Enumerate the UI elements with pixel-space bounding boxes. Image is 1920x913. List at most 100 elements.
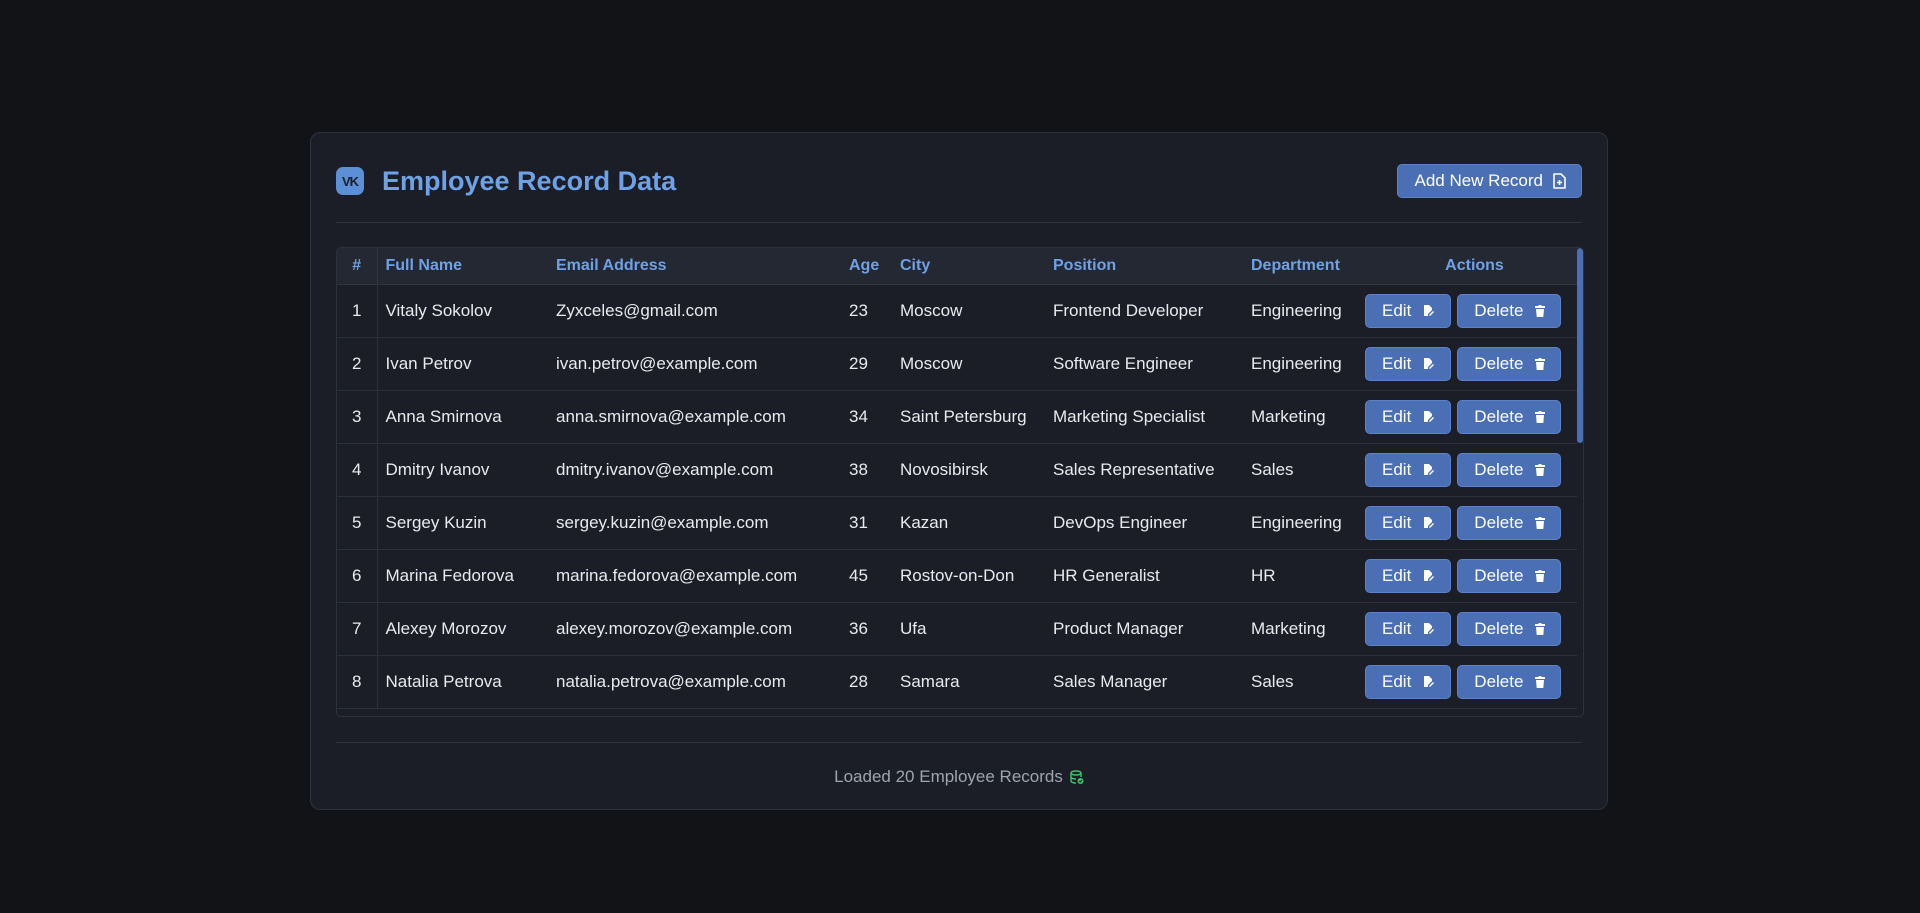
table-row: 5 Sergey Kuzin sergey.kuzin@example.com 31 K… [337,496,1579,550]
delete-button[interactable]: Delete [1457,293,1562,328]
cell-age: 29 [841,337,892,391]
table-row: 6 Marina Fedorova marina.fedorova@example.… [337,549,1579,603]
cell-email: marina.fedorova@example.com [548,549,841,603]
trash-icon [1535,357,1546,370]
cell-age: 36 [841,602,892,656]
edit-button[interactable]: Edit [1365,452,1452,487]
cell-actions: Edit Delete [1362,549,1579,603]
cell-position: Software Engineer [1045,337,1243,391]
header-divider [336,222,1582,223]
cell-position: Frontend Developer [1045,284,1243,338]
delete-button[interactable]: Delete [1457,611,1562,646]
edit-icon [1423,304,1435,317]
edit-label: Edit [1382,618,1412,638]
vk-logo-icon: VK [336,167,364,195]
cell-full-name: Ivan Petrov [377,337,548,391]
cell-number: 8 [337,655,378,709]
delete-label: Delete [1474,459,1524,479]
delete-button[interactable]: Delete [1457,452,1562,487]
cell-city: Ufa [892,602,1045,656]
cell-department: Marketing [1243,390,1362,444]
table-row: 8 Natalia Petrova natalia.petrova@example.… [337,655,1579,709]
cell-email: dmitry.ivanov@example.com [548,443,841,497]
table-row: 7 Alexey Morozov alexey.morozov@example.co… [337,602,1579,656]
cell-age: 45 [841,549,892,603]
cell-city: Moscow [892,284,1045,338]
edit-label: Edit [1382,671,1412,691]
add-new-record-button[interactable]: Add New Record [1397,164,1582,198]
employee-card: VK Employee Record Data Add New Record #… [310,132,1608,810]
delete-button[interactable]: Delete [1457,346,1562,381]
cell-department: Engineering [1243,496,1362,550]
cell-age: 28 [841,655,892,709]
cell-position: HR Generalist [1045,549,1243,603]
edit-button[interactable]: Edit [1365,505,1452,540]
column-header-department[interactable]: Department [1243,248,1362,285]
column-header-actions: Actions [1362,248,1579,285]
cell-department: HR [1243,549,1362,603]
column-header-position[interactable]: Position [1045,248,1243,285]
status-text: Loaded 20 Employee Records [834,767,1063,786]
column-header-full-name[interactable]: Full Name [377,248,548,285]
cell-department: Engineering [1243,284,1362,338]
logo-text: VK [341,173,359,189]
cell-number: 5 [337,496,378,550]
cell-city: Saint Petersburg [892,390,1045,444]
cell-department: Marketing [1243,602,1362,656]
cell-number: 2 [337,337,378,391]
cell-full-name: Alexey Morozov [377,602,548,656]
file-plus-icon [1552,173,1566,189]
cell-number: 7 [337,602,378,656]
cell-email: alexey.morozov@example.com [548,602,841,656]
column-header-email[interactable]: Email Address [548,248,841,285]
cell-city: Novosibirsk [892,443,1045,497]
cell-actions: Edit Delete [1362,390,1579,444]
table-scrollbar[interactable] [1577,248,1583,716]
trash-icon [1535,410,1546,423]
column-header-age[interactable]: Age [841,248,892,285]
database-check-icon [1070,769,1084,785]
trash-icon [1535,516,1546,529]
cell-age: 34 [841,390,892,444]
edit-icon [1423,675,1435,688]
trash-icon [1535,569,1546,582]
column-header-city[interactable]: City [892,248,1045,285]
edit-icon [1423,410,1435,423]
status-footer: Loaded 20 Employee Records [311,767,1607,787]
cell-email: Zyxceles@gmail.com [548,284,841,338]
edit-button[interactable]: Edit [1365,558,1452,593]
edit-button[interactable]: Edit [1365,399,1452,434]
trash-icon [1535,304,1546,317]
cell-city: Kazan [892,496,1045,550]
delete-label: Delete [1474,353,1524,373]
cell-full-name: Anna Smirnova [377,390,548,444]
title-group: VK Employee Record Data [336,166,676,197]
edit-button[interactable]: Edit [1365,611,1452,646]
delete-label: Delete [1474,618,1524,638]
cell-number: 1 [337,284,378,338]
table-body: 1 Vitaly Sokolov Zyxceles@gmail.com 23 Mosco… [337,284,1579,709]
delete-button[interactable]: Delete [1457,399,1562,434]
cell-position: Product Manager [1045,602,1243,656]
cell-actions: Edit Delete [1362,496,1579,550]
delete-label: Delete [1474,565,1524,585]
table-header-row: # Full Name Email Address Age City Posit… [337,248,1579,285]
delete-button[interactable]: Delete [1457,664,1562,699]
edit-button[interactable]: Edit [1365,293,1452,328]
cell-position: Sales Representative [1045,443,1243,497]
edit-button[interactable]: Edit [1365,664,1452,699]
scrollbar-thumb[interactable] [1577,248,1583,443]
add-new-record-label: Add New Record [1414,171,1543,190]
edit-button[interactable]: Edit [1365,346,1452,381]
delete-button[interactable]: Delete [1457,505,1562,540]
cell-age: 23 [841,284,892,338]
edit-label: Edit [1382,565,1412,585]
column-header-number[interactable]: # [337,248,378,285]
cell-department: Engineering [1243,337,1362,391]
delete-button[interactable]: Delete [1457,558,1562,593]
cell-actions: Edit Delete [1362,337,1579,391]
cell-city: Samara [892,655,1045,709]
edit-label: Edit [1382,353,1412,373]
table-row: 2 Ivan Petrov ivan.petrov@example.com 29 Mos… [337,337,1579,391]
employee-table: # Full Name Email Address Age City Posit… [337,248,1579,709]
